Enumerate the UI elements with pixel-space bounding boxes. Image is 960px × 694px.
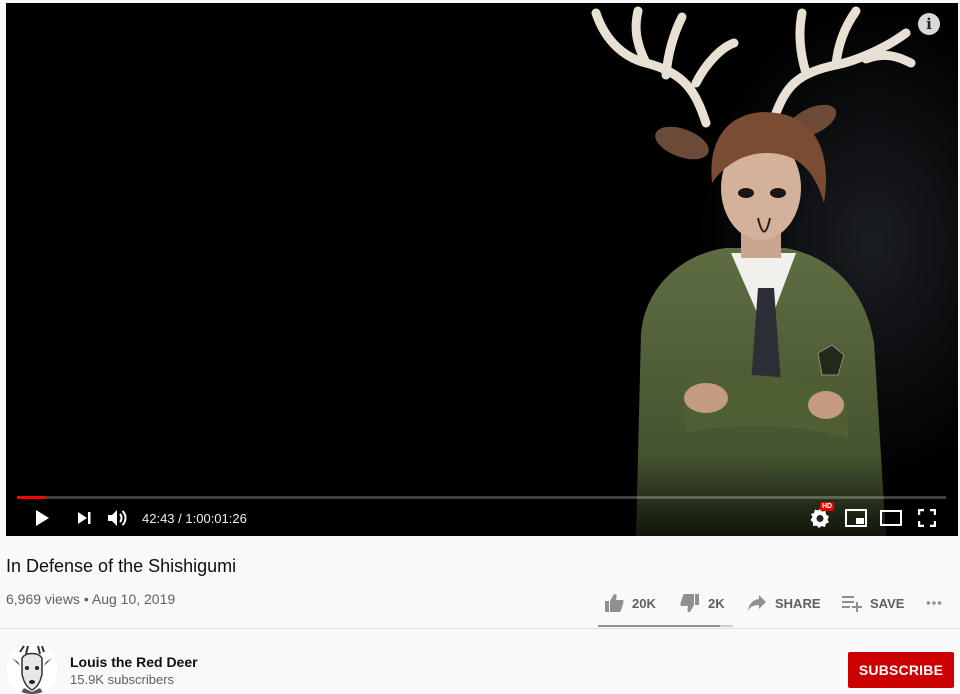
info-icon[interactable]: i (918, 13, 940, 35)
share-icon (748, 595, 766, 611)
miniplayer-button[interactable] (844, 506, 868, 530)
like-count: 20K (632, 595, 656, 611)
dislike-button[interactable]: 2K (680, 591, 725, 615)
progress-played (17, 496, 45, 499)
like-icon (605, 594, 624, 612)
subscribe-button[interactable]: SUBSCRIBE (848, 652, 954, 688)
fullscreen-icon (918, 509, 936, 527)
time-display: 42:43 / 1:00:01:26 (142, 506, 247, 530)
more-icon (926, 601, 942, 605)
sentiment-bar (598, 625, 733, 627)
play-icon (36, 510, 49, 526)
fullscreen-button[interactable] (915, 506, 939, 530)
view-count: 6,969 views (6, 591, 80, 607)
video-player[interactable]: i 42:43 / 1:00:01:26 HD (6, 3, 958, 536)
volume-button[interactable] (106, 506, 130, 530)
deer-avatar-icon (6, 644, 58, 694)
save-button[interactable]: SAVE (842, 591, 904, 615)
dislike-count: 2K (708, 595, 725, 611)
upload-date: Aug 10, 2019 (91, 591, 176, 607)
video-meta: 6,969 views • Aug 10, 2019 (6, 591, 175, 607)
miniplayer-icon (845, 509, 867, 527)
time-separator: / (174, 510, 186, 526)
share-button[interactable]: SHARE (747, 591, 821, 615)
next-button[interactable] (72, 506, 96, 530)
time-total: 1:00:01:26 (185, 510, 247, 526)
save-playlist-icon (842, 596, 862, 612)
hd-badge: HD (820, 502, 835, 511)
settings-icon (810, 509, 829, 528)
settings-button[interactable]: HD (808, 502, 835, 530)
video-title: In Defense of the Shishigumi (6, 556, 237, 576)
theater-icon (880, 510, 902, 526)
sentiment-like-fill (598, 625, 720, 627)
progress-bar[interactable] (17, 496, 946, 499)
time-current: 42:43 (142, 510, 175, 526)
meta-separator: • (79, 591, 92, 607)
play-button[interactable] (30, 506, 54, 530)
share-label: SHARE (775, 595, 821, 611)
channel-name[interactable]: Louis the Red Deer (70, 654, 198, 670)
save-label: SAVE (870, 595, 905, 611)
subscriber-count: 15.9K subscribers (70, 672, 175, 687)
volume-icon (108, 510, 127, 526)
like-button[interactable]: 20K (604, 591, 656, 615)
watch-page: i 42:43 / 1:00:01:26 HD In Defense of th… (0, 0, 960, 694)
dislike-icon (680, 594, 699, 612)
channel-avatar[interactable] (6, 644, 58, 694)
next-icon (78, 512, 91, 524)
theater-button[interactable] (879, 506, 903, 530)
divider (0, 628, 960, 629)
more-actions-button[interactable] (926, 591, 950, 615)
